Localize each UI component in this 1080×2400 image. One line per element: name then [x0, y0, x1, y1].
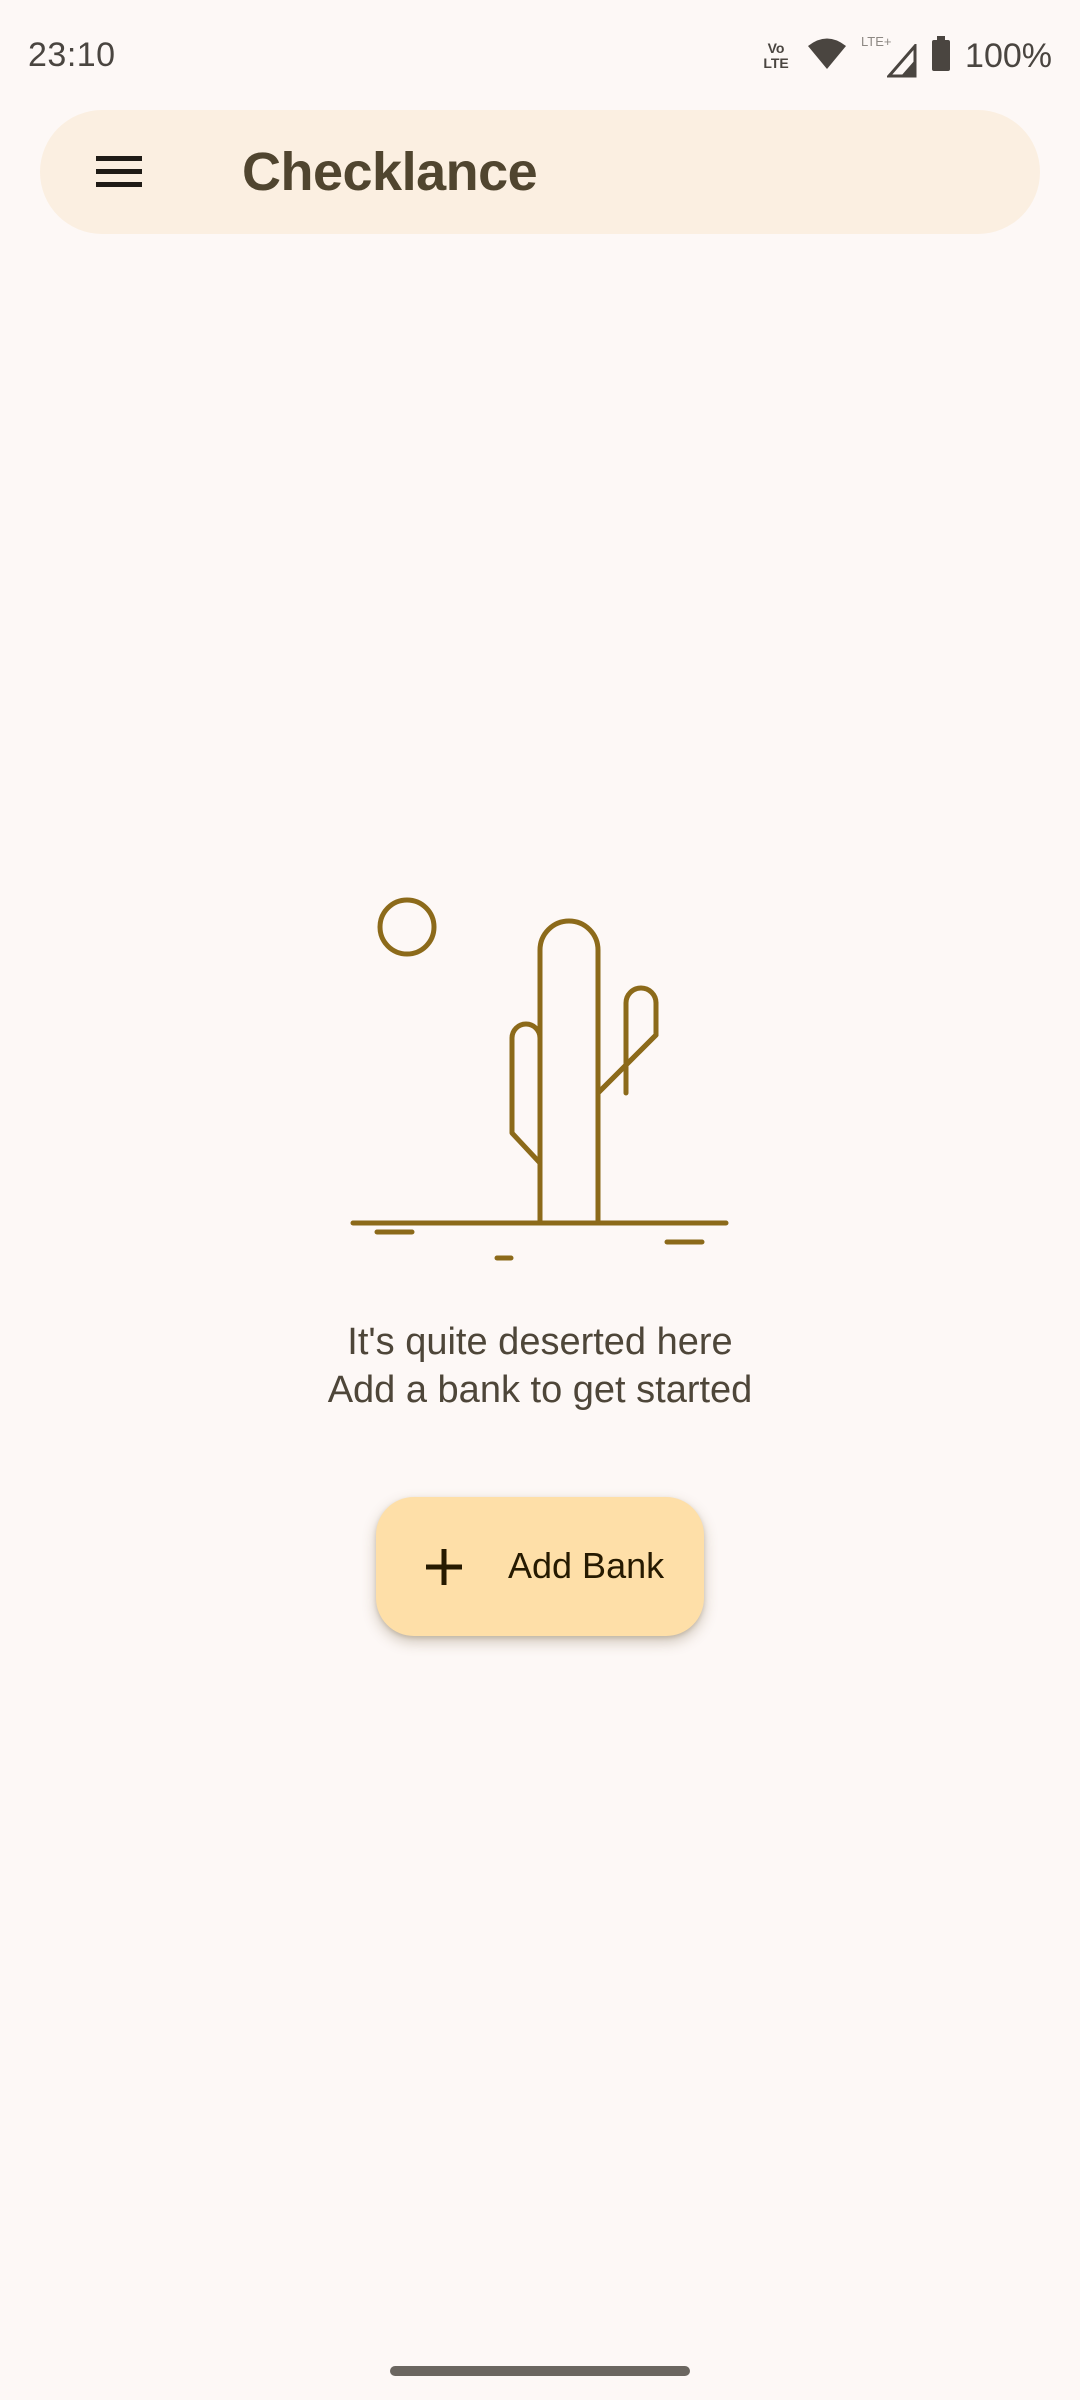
empty-state-line1: It's quite deserted here — [347, 1321, 733, 1363]
empty-state-line2: Add a bank to get started — [327, 1369, 753, 1411]
status-bar: 23:10 Vo LTE LTE+ 100% — [0, 0, 1080, 110]
cactus-desert-icon — [340, 880, 740, 1270]
gesture-navigation-bar[interactable] — [390, 2366, 690, 2376]
menu-button[interactable] — [80, 132, 160, 212]
status-time: 23:10 — [28, 36, 116, 74]
app-title: Checklance — [242, 142, 538, 202]
battery-percentage: 100% — [965, 36, 1052, 75]
volte-icon: Vo LTE — [763, 40, 789, 71]
signal-icon: LTE+ — [861, 34, 917, 78]
status-icons: Vo LTE LTE+ 100% — [759, 34, 1052, 78]
battery-icon — [931, 35, 951, 77]
hamburger-menu-icon — [96, 156, 142, 187]
empty-state-message: It's quite deserted here Add a bank to g… — [0, 1318, 1080, 1414]
top-app-bar: Checklance — [40, 110, 1040, 234]
add-bank-button[interactable]: Add Bank — [376, 1497, 704, 1636]
wifi-icon — [807, 37, 847, 76]
add-bank-label: Add Bank — [508, 1545, 665, 1586]
plus-icon — [426, 1549, 462, 1585]
